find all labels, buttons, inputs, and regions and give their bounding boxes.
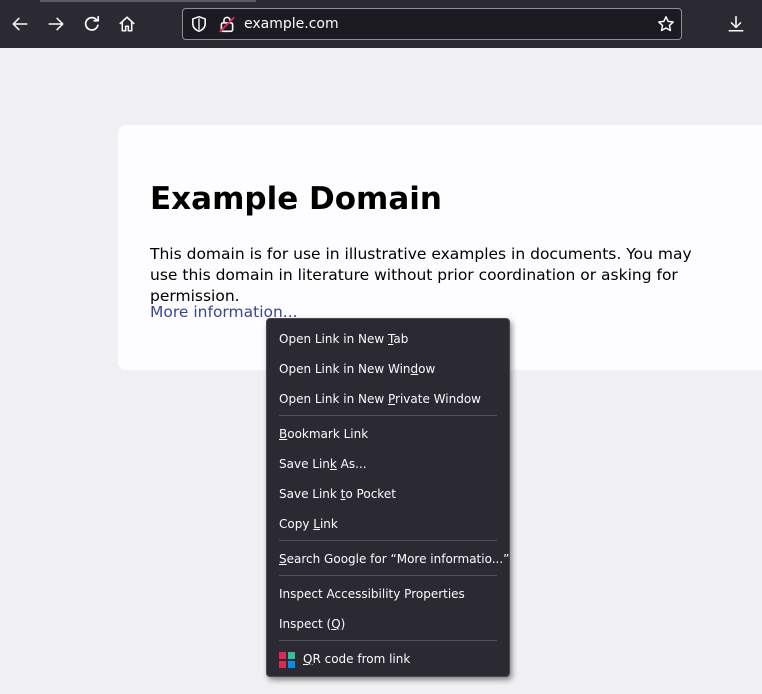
arrow-left-icon bbox=[12, 17, 28, 31]
page-paragraph: This domain is for use in illustrative e… bbox=[150, 245, 692, 305]
access-key: S bbox=[279, 552, 287, 566]
context-menu: Open Link in New Tab Open Link in New Wi… bbox=[266, 318, 510, 677]
access-key: k bbox=[329, 457, 337, 471]
reload-button[interactable] bbox=[78, 10, 106, 38]
star-icon[interactable] bbox=[657, 15, 675, 33]
forward-button[interactable] bbox=[42, 10, 70, 38]
menu-item-copy-link[interactable]: Copy Link bbox=[267, 509, 509, 539]
menu-item-save-link-as[interactable]: Save Link As... bbox=[267, 449, 509, 479]
url-text[interactable]: example.com bbox=[244, 16, 339, 32]
menu-item-label: As... bbox=[336, 457, 367, 471]
page-heading: Example Domain bbox=[150, 181, 442, 217]
menu-item-open-new-tab[interactable]: Open Link in New Tab bbox=[267, 324, 509, 354]
menu-item-label: rivate Window bbox=[395, 392, 481, 406]
menu-item-open-new-window[interactable]: Open Link in New Window bbox=[267, 354, 509, 384]
menu-item-label: ow bbox=[418, 362, 436, 376]
qr-code-icon bbox=[279, 652, 295, 668]
menu-item-save-to-pocket[interactable]: Save Link to Pocket bbox=[267, 479, 509, 509]
home-button[interactable] bbox=[113, 10, 141, 38]
access-key: P bbox=[388, 392, 396, 406]
browser-toolbar: example.com bbox=[0, 0, 762, 48]
back-button[interactable] bbox=[6, 10, 34, 38]
downloads-button[interactable] bbox=[722, 10, 750, 38]
menu-item-inspect[interactable]: Inspect (Q) bbox=[267, 609, 509, 639]
arrow-right-icon bbox=[48, 17, 64, 31]
access-key: B bbox=[279, 427, 288, 441]
menu-separator bbox=[279, 415, 497, 416]
download-icon bbox=[728, 15, 744, 32]
url-bar[interactable]: example.com bbox=[182, 8, 682, 40]
home-icon bbox=[119, 16, 135, 32]
menu-item-qr-code[interactable]: QR code from link bbox=[267, 644, 509, 674]
qr-cell bbox=[279, 652, 286, 659]
menu-item-inspect-accessibility[interactable]: Inspect Accessibility Properties bbox=[267, 579, 509, 609]
menu-item-search-google[interactable]: Search Google for “More informatio...” bbox=[267, 544, 509, 574]
menu-separator bbox=[279, 640, 497, 641]
menu-separator bbox=[279, 575, 497, 576]
reload-icon bbox=[84, 15, 100, 31]
active-tab-indicator[interactable] bbox=[40, 0, 256, 2]
menu-item-open-private-window[interactable]: Open Link in New Private Window bbox=[267, 384, 509, 414]
access-key: L bbox=[313, 517, 320, 531]
menu-item-label: earch Google for “More informatio...” bbox=[286, 552, 510, 566]
menu-item-label: Save Link bbox=[279, 487, 341, 501]
menu-separator bbox=[279, 540, 497, 541]
menu-item-label: o Pocket bbox=[345, 487, 396, 501]
menu-item-label: Inspect ( bbox=[279, 617, 332, 631]
menu-item-label: R code from link bbox=[312, 652, 411, 666]
menu-item-label: ookmark Link bbox=[287, 427, 369, 441]
menu-item-label: Inspect Accessibility Properties bbox=[279, 587, 465, 601]
menu-item-label: Copy bbox=[279, 517, 314, 531]
qr-cell bbox=[288, 661, 295, 668]
menu-item-label: ab bbox=[393, 332, 409, 346]
qr-cell bbox=[279, 661, 286, 668]
access-key: Q bbox=[331, 617, 341, 631]
menu-item-label: ink bbox=[319, 517, 338, 531]
menu-item-label: Open Link in New Win bbox=[279, 362, 411, 376]
qr-cell bbox=[288, 652, 295, 659]
menu-item-label: Open Link in New bbox=[279, 332, 388, 346]
menu-item-bookmark-link[interactable]: Bookmark Link bbox=[267, 419, 509, 449]
shield-icon[interactable] bbox=[190, 15, 208, 33]
menu-item-label: Save Lin bbox=[279, 457, 330, 471]
menu-item-label: ) bbox=[340, 617, 346, 631]
lock-icon[interactable] bbox=[218, 15, 236, 33]
menu-item-label: Open Link in New bbox=[279, 392, 388, 406]
